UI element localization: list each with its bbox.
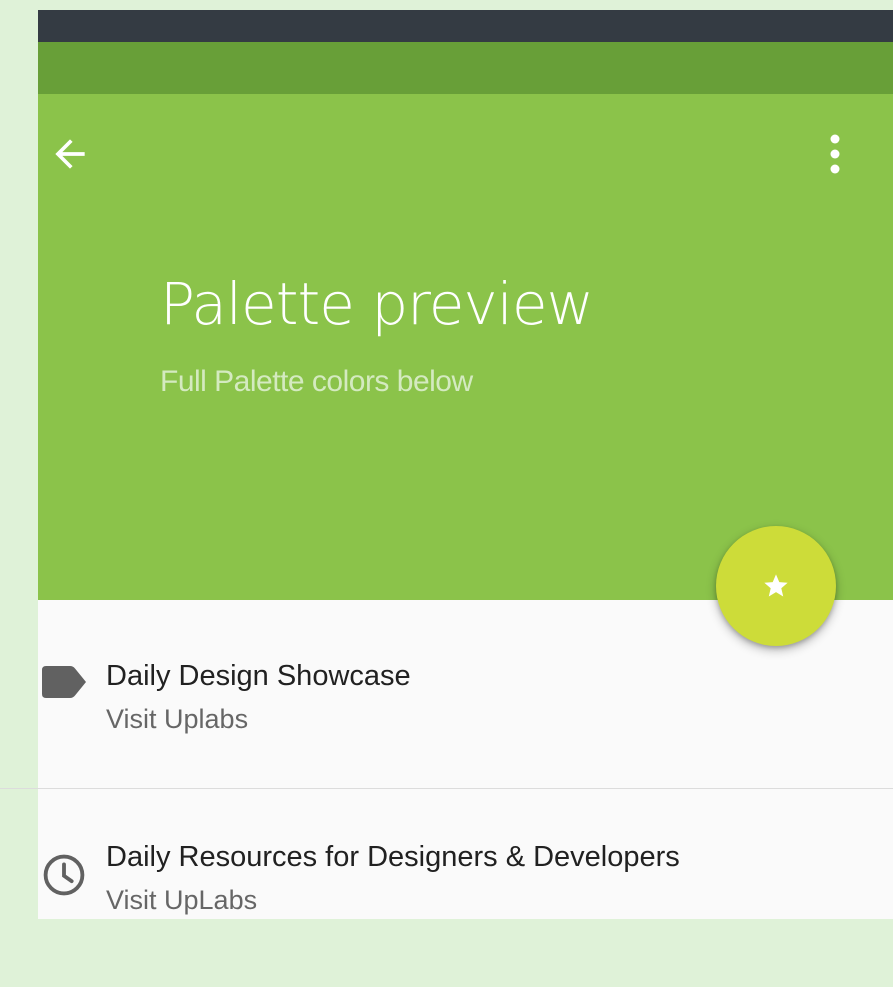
hero-header [38,94,893,600]
back-button[interactable] [46,130,94,178]
arrow-back-icon [55,139,85,169]
list-item-subtitle: Visit UpLabs [106,885,258,915]
list-item-title: Daily Resources for Designers & Develope… [106,841,680,873]
content-list: Daily Design Showcase Visit Uplabs Daily… [0,590,893,987]
status-bar [38,10,893,42]
favorite-fab[interactable] [716,526,836,646]
app-bar [38,42,893,94]
list-item-subtitle: Visit Uplabs [106,704,249,734]
more-vert-icon [830,134,840,174]
page-subtitle: Full Palette colors below [160,365,473,398]
clock-icon [38,849,90,901]
star-icon [764,574,788,597]
label-icon [38,656,90,708]
list-item-title: Daily Design Showcase [106,660,411,692]
list-item-resources[interactable]: Daily Resources for Designers & Develope… [0,788,893,987]
page-title: Palette preview [160,270,594,338]
overflow-menu-button[interactable] [818,130,852,178]
